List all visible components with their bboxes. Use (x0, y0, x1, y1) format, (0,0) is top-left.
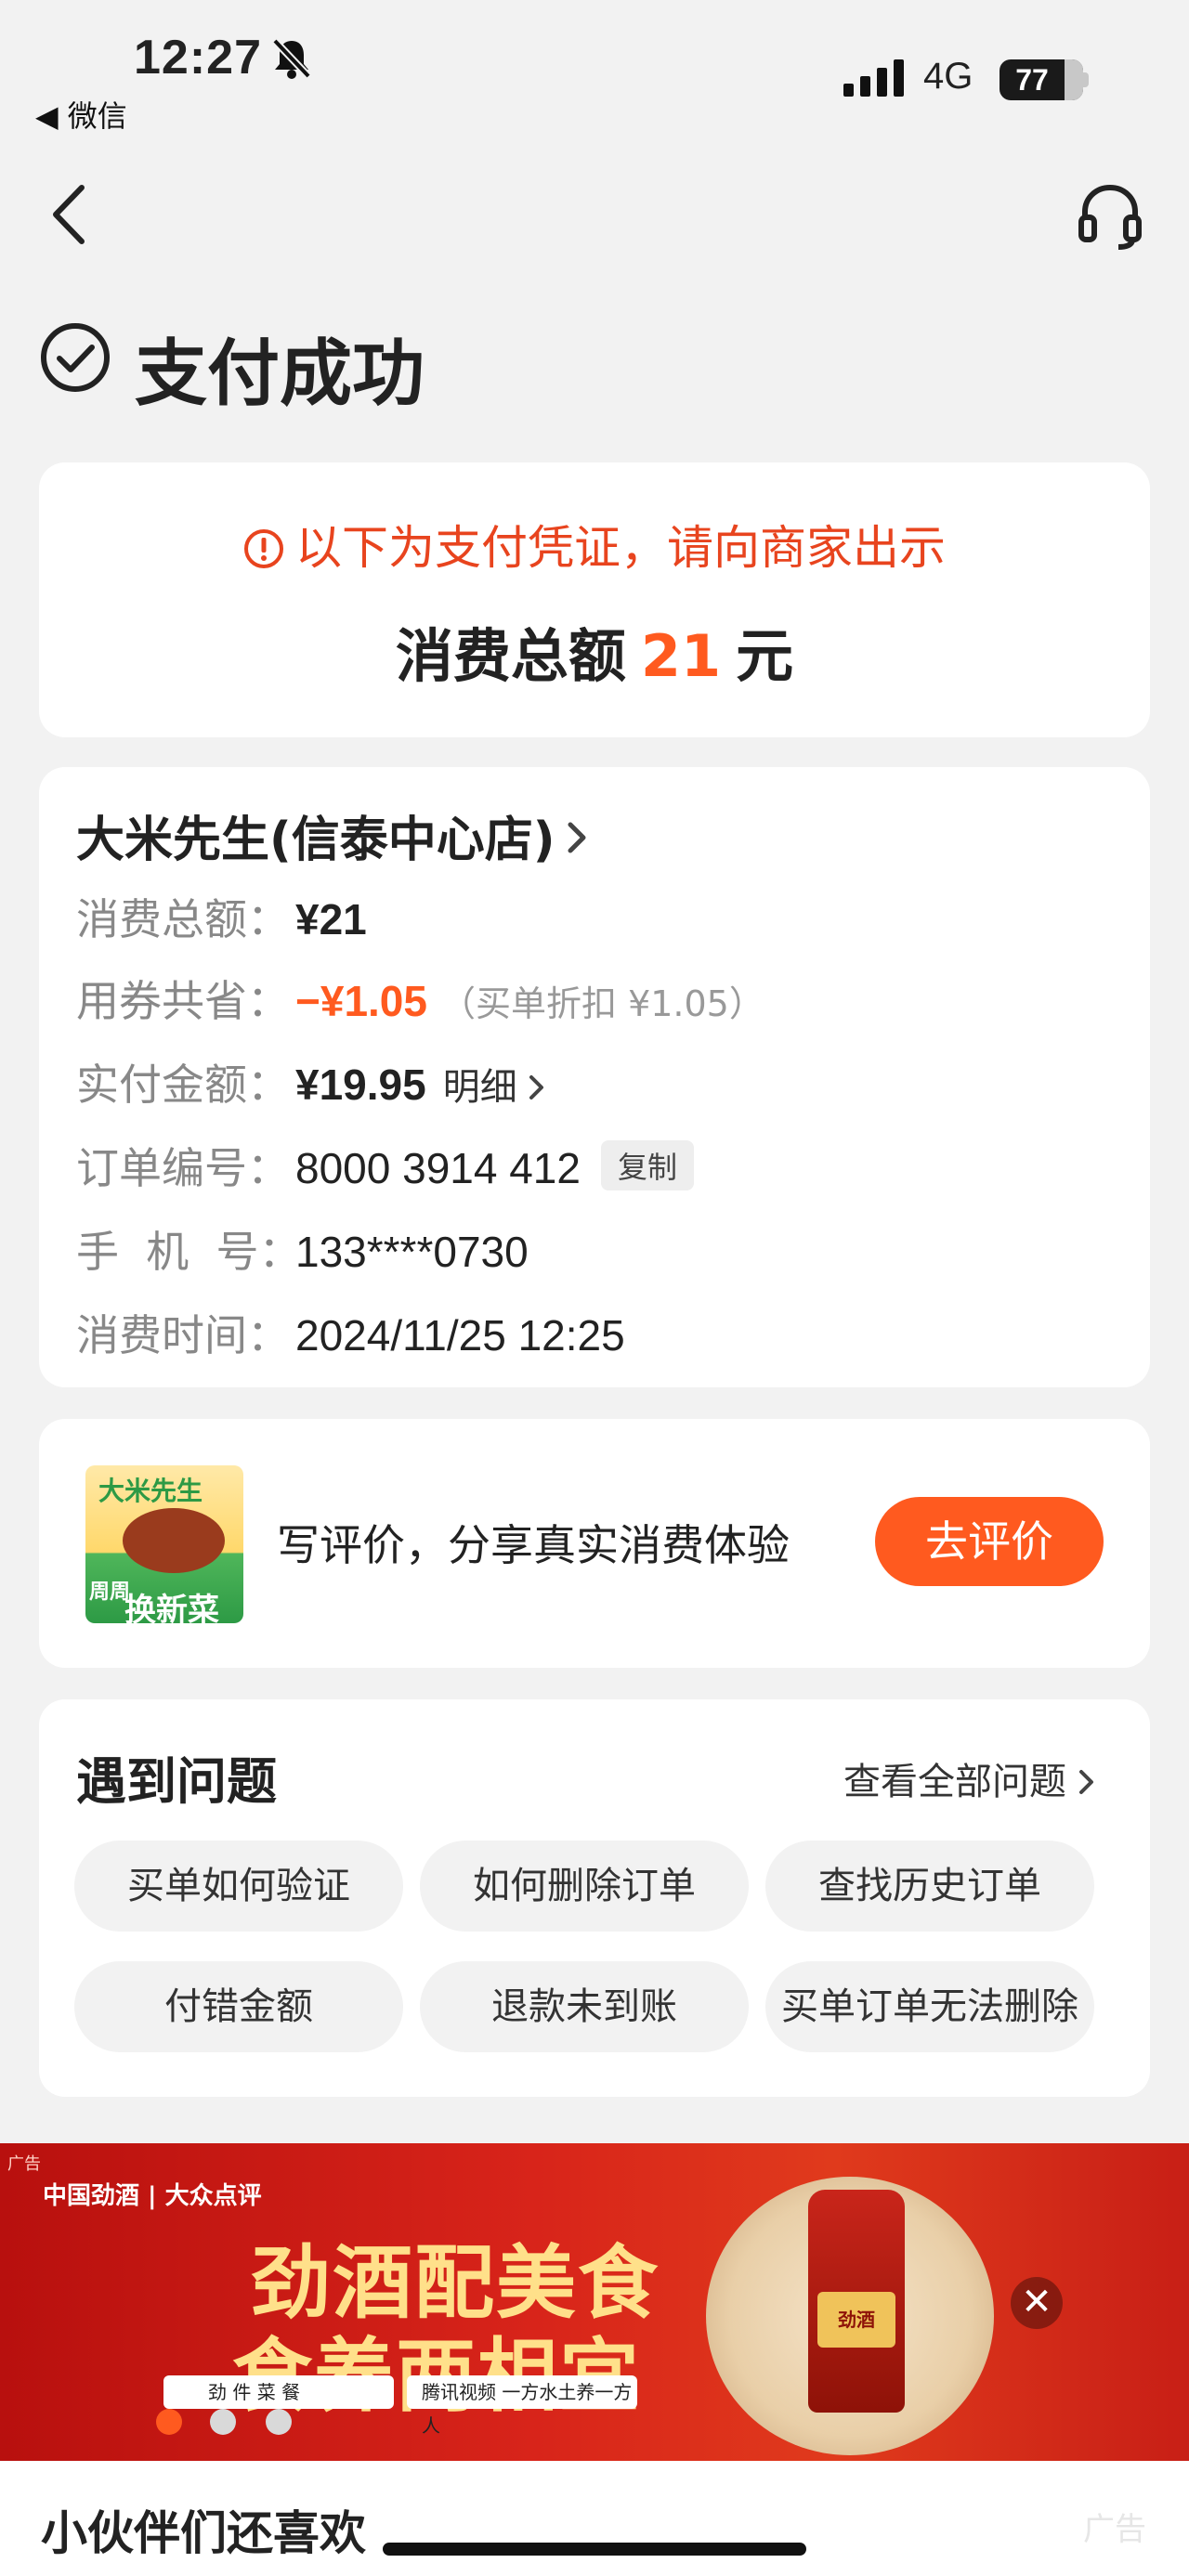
coupon-savings-row: 用券共省： −¥1.05 （买单折扣 ¥1.05） (76, 968, 764, 1029)
order-details-card: 大米先生(信泰中心店) 消费总额： ¥21 用券共省： −¥1.05 （买单折扣 ¥1… (39, 767, 1150, 1387)
consume-time-row: 消费时间： 2024/11/25 12:25 (76, 1302, 625, 1363)
phone-label: 手 机 号： (76, 1227, 302, 1277)
issues-card: 遇到问题 查看全部问题 买单如何验证 如何删除订单 查找历史订单 付错金额 退款… (39, 1699, 1150, 2097)
order-total-value: ¥21 (295, 895, 367, 943)
voucher-total-label: 消费总额 (395, 622, 626, 690)
back-button[interactable] (46, 182, 91, 251)
battery-tip (1083, 72, 1089, 87)
bell-muted-icon (269, 37, 314, 84)
issue-chip[interactable]: 查找历史订单 (765, 1841, 1094, 1932)
thumbnail-slogan: 换新菜 (124, 1592, 219, 1623)
review-card: 大米先生 周周 换新菜 写评价，分享真实消费体验 去评价 (39, 1419, 1150, 1668)
ad-bottle-image: 劲酒 (808, 2190, 905, 2413)
paid-detail-label: 明细 (442, 1066, 517, 1109)
write-review-button[interactable]: 去评价 (875, 1497, 1104, 1586)
issue-chip[interactable]: 买单订单无法删除 (765, 1961, 1094, 2052)
back-to-wechat-link[interactable]: ◀ 微信 (35, 93, 127, 136)
customer-service-icon[interactable] (1078, 182, 1143, 254)
carousel-dot[interactable] (266, 2409, 292, 2435)
carousel-dot[interactable] (210, 2409, 236, 2435)
home-indicator[interactable] (383, 2543, 806, 2556)
payment-voucher-card: 以下为支付凭证，请向商家出示 消费总额 21 元 (39, 462, 1150, 737)
signal-icon (843, 59, 905, 100)
coupon-savings-note: （买单折扣 ¥1.05） (439, 983, 764, 1024)
shop-name-link[interactable]: 大米先生(信泰中心店) (76, 800, 587, 870)
phone-value: 133****0730 (295, 1228, 529, 1276)
paid-detail-link[interactable]: 明细 (443, 1066, 546, 1109)
thumbnail-dish-image (123, 1508, 225, 1573)
ad-video-bar: 腾讯视频 一方水土养一方人 (407, 2375, 637, 2437)
phone-row: 手 机 号：133****0730 (76, 1218, 529, 1280)
chevron-right-icon (529, 1075, 544, 1099)
voucher-notice-text: 以下为支付凭证，请向商家出示 (295, 521, 946, 575)
paid-amount-row: 实付金额： ¥19.95 明细 (76, 1051, 545, 1112)
order-total-label: 消费总额： (76, 894, 290, 944)
consume-time-value: 2024/11/25 12:25 (295, 1311, 625, 1360)
ad-search-bar: 劲 件 菜 餐 (163, 2375, 394, 2409)
status-time: 12:27 (134, 31, 262, 85)
view-all-issues-label: 查看全部问题 (843, 1761, 1066, 1803)
order-total-row: 消费总额： ¥21 (76, 886, 367, 947)
recommendations-title: 小伙伴们还喜欢 (41, 2506, 366, 2560)
issues-title: 遇到问题 (76, 1752, 277, 1811)
review-prompt: 写评价，分享真实消费体验 (277, 1520, 790, 1570)
ad-brands: 中国劲酒 | 大众点评 (43, 2182, 262, 2210)
coupon-savings-label: 用券共省： (76, 976, 290, 1026)
order-number-value: 8000 3914 412 (295, 1144, 581, 1192)
copy-button[interactable]: 复制 (600, 1140, 694, 1190)
recommendations-section: 小伙伴们还喜欢 广告 (0, 2461, 1189, 2576)
ad-banner[interactable]: 广告 中国劲酒 | 大众点评 劲酒配美食 食养两相宜 劲 件 菜 餐 腾讯视频 … (0, 2143, 1189, 2461)
issue-chip[interactable]: 退款未到账 (420, 1961, 749, 2052)
thumbnail-brand: 大米先生 (98, 1476, 203, 1506)
shop-name: 大米先生(信泰中心店) (76, 813, 555, 868)
paid-amount-label: 实付金额： (76, 1060, 290, 1110)
issue-chip[interactable]: 买单如何验证 (74, 1841, 403, 1932)
issue-chip[interactable]: 付错金额 (74, 1961, 403, 2052)
order-number-row: 订单编号： 8000 3914 412 复制 (76, 1135, 694, 1196)
page-title: 支付成功 (135, 332, 425, 416)
battery-icon: 77 (1000, 59, 1083, 100)
chevron-right-icon (567, 811, 587, 866)
paid-amount-value: ¥19.95 (295, 1060, 426, 1109)
order-number-label: 订单编号： (76, 1143, 290, 1193)
recommendations-ad-tag: 广告 (1083, 2511, 1146, 2548)
ad-bottle-label: 劲酒 (817, 2292, 895, 2348)
voucher-notice: 以下为支付凭证，请向商家出示 (39, 511, 1150, 580)
network-type: 4G (923, 56, 973, 97)
voucher-total-amount: 21 (640, 622, 722, 690)
view-all-issues-link[interactable]: 查看全部问题 (843, 1751, 1095, 1805)
close-ad-button[interactable]: ✕ (1011, 2277, 1063, 2329)
dish-thumbnail: 大米先生 周周 换新菜 (85, 1465, 243, 1623)
ad-tag: 广告 (7, 2154, 41, 2174)
issue-chip[interactable]: 如何删除订单 (420, 1841, 749, 1932)
battery-level: 77 (1015, 63, 1049, 97)
consume-time-label: 消费时间： (76, 1310, 290, 1360)
alert-circle-icon (243, 527, 284, 580)
voucher-total-unit: 元 (736, 622, 794, 690)
carousel-dot-active[interactable] (156, 2409, 182, 2435)
voucher-total: 消费总额 21 元 (39, 609, 1150, 693)
coupon-savings-value: −¥1.05 (295, 977, 427, 1025)
check-circle-icon (39, 321, 111, 397)
chevron-right-icon (1078, 1770, 1093, 1794)
